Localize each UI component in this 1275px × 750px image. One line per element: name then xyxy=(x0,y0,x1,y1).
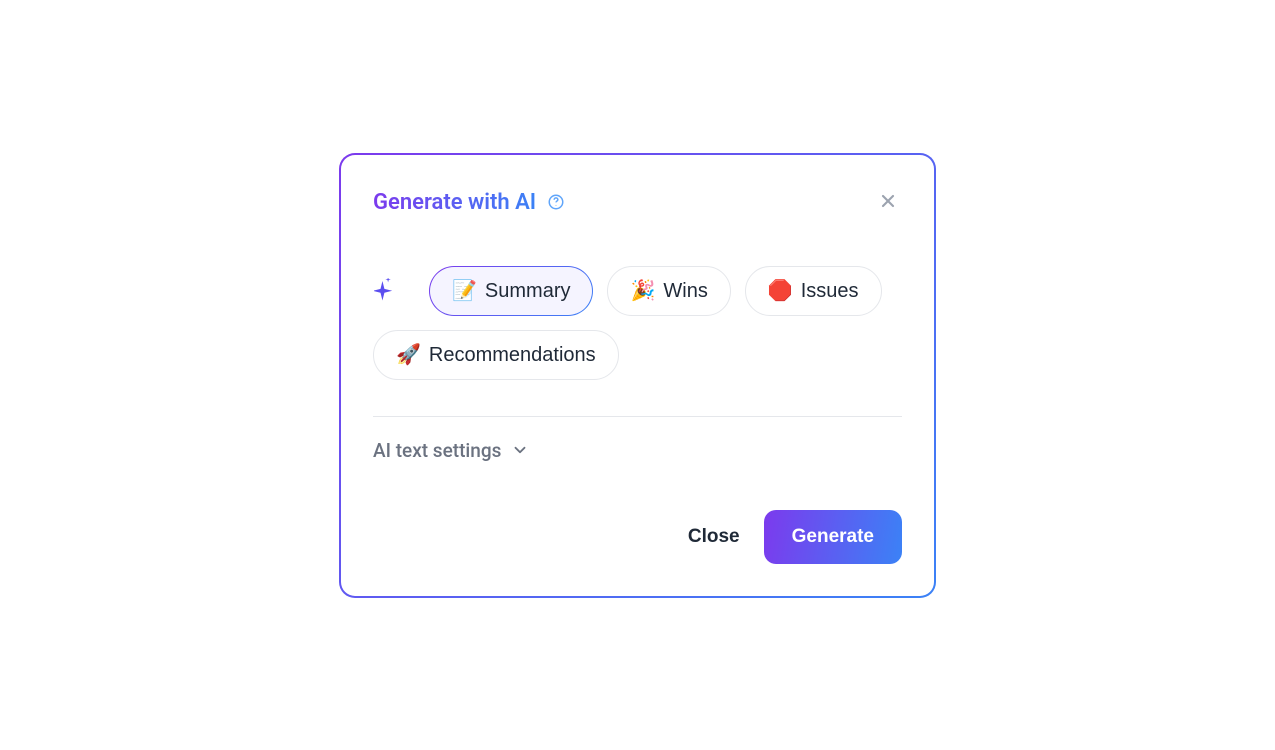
chip-label: Issues xyxy=(801,281,859,301)
memo-icon: 📝 xyxy=(452,281,477,301)
rocket-icon: 🚀 xyxy=(396,345,421,365)
chip-label: Recommendations xyxy=(429,345,596,365)
help-icon[interactable] xyxy=(546,192,566,212)
chip-label: Summary xyxy=(485,281,571,301)
chip-summary[interactable]: 📝 Summary xyxy=(429,266,593,316)
generate-button[interactable]: Generate xyxy=(764,510,902,564)
stop-sign-icon: 🛑 xyxy=(768,281,793,301)
chip-recommendations[interactable]: 🚀 Recommendations xyxy=(373,330,619,380)
sparkle-icon xyxy=(373,277,401,305)
chip-wins[interactable]: 🎉 Wins xyxy=(607,266,730,316)
settings-label: AI text settings xyxy=(373,439,501,462)
generate-ai-modal: Generate with AI xyxy=(339,153,936,598)
title-group: Generate with AI xyxy=(373,190,566,215)
modal-title: Generate with AI xyxy=(373,190,536,215)
close-icon xyxy=(878,191,898,214)
chip-label: Wins xyxy=(663,281,707,301)
modal-header: Generate with AI xyxy=(373,187,902,218)
generation-type-chips: 📝 Summary 🎉 Wins 🛑 Issues 🚀 Recommendati… xyxy=(373,266,902,380)
close-button[interactable]: Close xyxy=(688,526,740,548)
party-popper-icon: 🎉 xyxy=(630,281,655,301)
divider xyxy=(373,416,902,417)
ai-text-settings-toggle[interactable]: AI text settings xyxy=(373,439,902,462)
close-icon-button[interactable] xyxy=(874,187,902,218)
chip-issues[interactable]: 🛑 Issues xyxy=(745,266,882,316)
chevron-down-icon xyxy=(511,441,529,459)
modal-footer: Close Generate xyxy=(373,510,902,564)
